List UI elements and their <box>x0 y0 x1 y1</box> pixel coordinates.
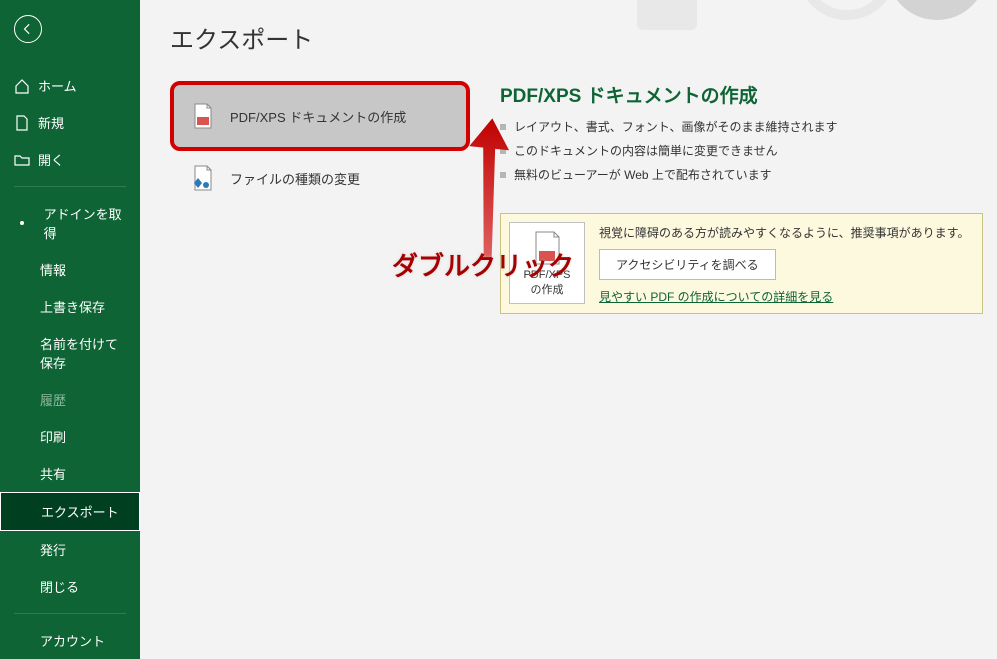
main-content: エクスポート PDF/XPS ドキュメントの作成 ファイルの種類の変更 <box>140 0 997 659</box>
sidebar-item-publish[interactable]: 発行 <box>0 531 140 568</box>
option-create-pdf-xps[interactable]: PDF/XPS ドキュメントの作成 <box>170 81 470 151</box>
sidebar-label: 新規 <box>38 113 64 132</box>
sidebar-label: 上書き保存 <box>40 297 105 316</box>
detail-bullet: レイアウト、書式、フォント、画像がそのまま維持されます <box>500 118 983 135</box>
pdf-document-icon <box>532 231 562 265</box>
accessibility-box: PDF/XPS の作成 視覚に障碍のある方が読みやすくなるように、推奨事項があり… <box>500 213 983 314</box>
sidebar-label: 共有 <box>40 464 66 483</box>
detail-title: PDF/XPS ドキュメントの作成 <box>500 81 983 108</box>
detail-bullet-list: レイアウト、書式、フォント、画像がそのまま維持されます このドキュメントの内容は… <box>500 118 983 183</box>
sidebar-label: 履歴 <box>40 390 66 409</box>
sidebar-divider <box>14 186 126 187</box>
detail-bullet: 無料のビューアーが Web 上で配布されています <box>500 166 983 183</box>
sidebar-item-get-addins[interactable]: アドインを取得 <box>0 195 140 251</box>
create-btn-label-2: の作成 <box>512 281 582 297</box>
sidebar-label: 発行 <box>40 540 66 559</box>
sidebar-item-save-as[interactable]: 名前を付けて保存 <box>0 325 140 381</box>
accessibility-link[interactable]: 見やすい PDF の作成についての詳細を見る <box>599 290 833 304</box>
home-icon <box>14 78 30 94</box>
open-folder-icon <box>14 152 30 168</box>
sidebar-item-info[interactable]: 情報 <box>0 251 140 288</box>
sidebar-label: 情報 <box>40 260 66 279</box>
export-options: PDF/XPS ドキュメントの作成 ファイルの種類の変更 <box>170 81 470 314</box>
new-file-icon <box>14 115 30 131</box>
sidebar-divider <box>14 613 126 614</box>
sidebar-item-home[interactable]: ホーム <box>0 67 140 104</box>
sidebar-item-history: 履歴 <box>0 381 140 418</box>
create-btn-label-1: PDF/XPS <box>512 269 582 281</box>
sidebar-item-new[interactable]: 新規 <box>0 104 140 141</box>
accessibility-text: 視覚に障碍のある方が読みやすくなるように、推奨事項があります。 <box>599 224 974 241</box>
bullet-icon <box>20 221 24 225</box>
sidebar-label: アドインを取得 <box>44 204 126 242</box>
sidebar-label: エクスポート <box>41 502 119 521</box>
create-pdf-xps-button[interactable]: PDF/XPS の作成 <box>509 222 585 304</box>
arrow-left-icon <box>21 22 35 36</box>
change-file-type-icon <box>192 165 214 191</box>
sidebar-label: ホーム <box>38 76 77 95</box>
sidebar-item-export[interactable]: エクスポート <box>0 492 140 531</box>
sidebar-item-close[interactable]: 閉じる <box>0 568 140 605</box>
detail-panel: PDF/XPS ドキュメントの作成 レイアウト、書式、フォント、画像がそのまま維… <box>500 81 997 314</box>
sidebar-item-open[interactable]: 開く <box>0 141 140 178</box>
sidebar-label: 名前を付けて保存 <box>40 334 126 372</box>
back-button[interactable] <box>14 15 42 43</box>
backstage-sidebar: ホーム 新規 開く アドインを取得 情報 上書き保存 名前を付けて保存 履歴 印… <box>0 0 140 659</box>
option-change-file-type[interactable]: ファイルの種類の変更 <box>170 151 470 205</box>
sidebar-item-print[interactable]: 印刷 <box>0 418 140 455</box>
option-label: PDF/XPS ドキュメントの作成 <box>230 107 406 126</box>
sidebar-label: 印刷 <box>40 427 66 446</box>
sidebar-label: アカウント <box>40 631 105 650</box>
option-label: ファイルの種類の変更 <box>230 169 360 188</box>
sidebar-item-save[interactable]: 上書き保存 <box>0 288 140 325</box>
pdf-document-icon <box>192 103 214 129</box>
sidebar-label: 閉じる <box>40 577 79 596</box>
sidebar-item-account[interactable]: アカウント <box>0 622 140 659</box>
check-accessibility-button[interactable]: アクセシビリティを調べる <box>599 249 776 280</box>
detail-bullet: このドキュメントの内容は簡単に変更できません <box>500 142 983 159</box>
sidebar-label: 開く <box>38 150 64 169</box>
sidebar-item-share[interactable]: 共有 <box>0 455 140 492</box>
page-title: エクスポート <box>170 20 997 55</box>
